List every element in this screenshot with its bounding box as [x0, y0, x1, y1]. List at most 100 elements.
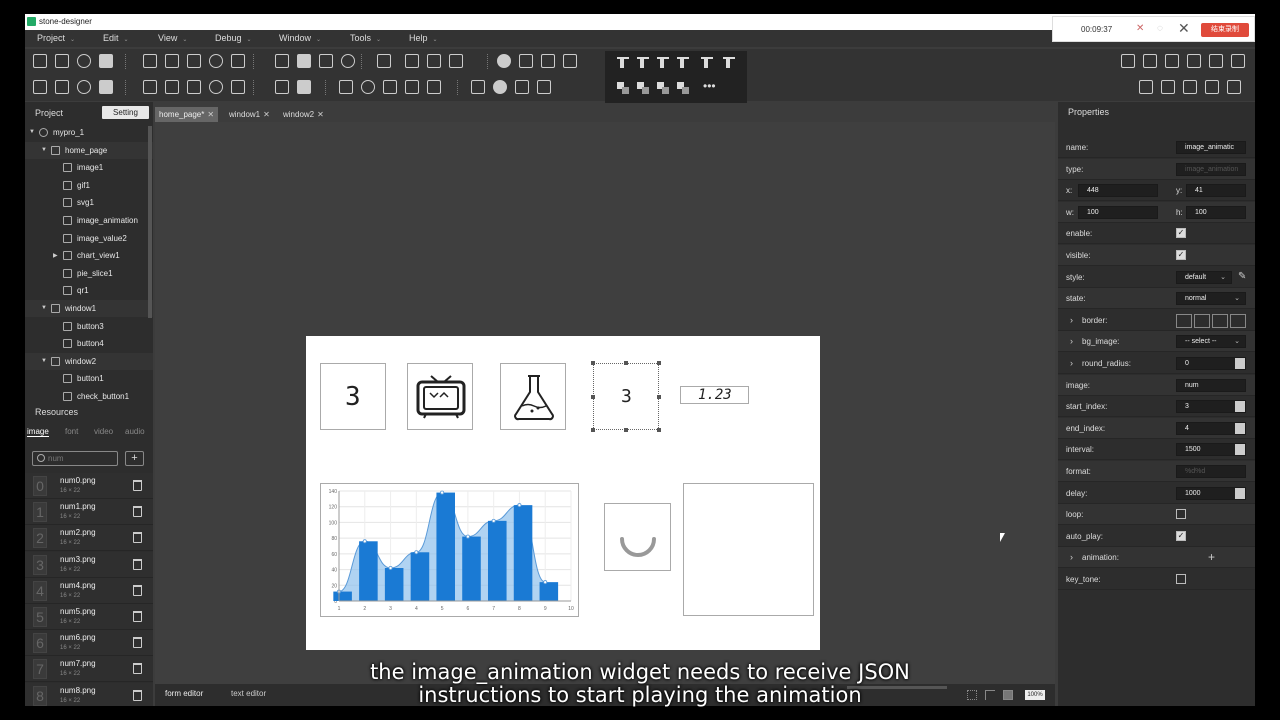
tool-icon[interactable] [1183, 80, 1197, 94]
prop-input-state[interactable]: normal ⌄ [1176, 292, 1246, 306]
align-icon[interactable] [657, 57, 669, 69]
tool-icon[interactable] [537, 80, 551, 94]
chart-view-widget[interactable]: 0 20 40 60 80 100 120 140 1 2 3 4 5 6 7 8 9 10 [320, 483, 579, 617]
prop-input-type[interactable]: image_animation [1176, 162, 1246, 176]
align-icon[interactable] [617, 57, 629, 69]
image-animation-widget[interactable]: 3 [591, 361, 661, 432]
chevron-right-icon[interactable]: › [1070, 315, 1073, 325]
menu-window[interactable]: Window ⌄ [279, 33, 321, 43]
tree-item-home-page[interactable]: ▼ home_page [25, 141, 153, 159]
tool-icon[interactable] [165, 80, 179, 94]
pie-slice-widget[interactable] [604, 503, 671, 571]
stepper-icon[interactable] [1235, 444, 1245, 456]
trash-icon[interactable] [133, 637, 142, 649]
border-cell[interactable] [1212, 313, 1228, 328]
trash-icon[interactable] [133, 480, 142, 491]
tool-icon[interactable] [1227, 80, 1241, 94]
tree-item-window2[interactable]: ▼ window2 [25, 352, 153, 370]
key-tone-checkbox[interactable] [1176, 574, 1186, 584]
prop-input-h[interactable]: 100 [1186, 205, 1246, 219]
align-icon[interactable] [677, 57, 689, 69]
tool-icon[interactable] [1161, 80, 1175, 94]
tool-icon[interactable] [275, 54, 289, 68]
chevron-right-icon[interactable]: › [1070, 552, 1073, 562]
trash-icon[interactable] [133, 584, 142, 596]
resource-tab-font[interactable]: font [65, 427, 78, 436]
image-value-widget[interactable]: 1.23 [680, 386, 749, 404]
caret-down-icon[interactable]: ▼ [29, 129, 35, 135]
setting-button[interactable]: Setting [102, 106, 149, 119]
resource-search-input[interactable]: num [32, 451, 118, 466]
align-icon[interactable] [701, 57, 713, 69]
tool-icon[interactable] [1187, 54, 1201, 68]
tool-icon[interactable] [1165, 54, 1179, 68]
prop-input-start-index[interactable]: 3 [1176, 400, 1246, 414]
close-icon[interactable]: ✕ [1178, 20, 1190, 37]
tool-icon[interactable] [33, 54, 47, 68]
border-cell[interactable] [1194, 313, 1210, 328]
camera-off-icon[interactable]: ◌ [1157, 23, 1163, 34]
loop-checkbox[interactable] [1176, 509, 1186, 520]
tool-icon[interactable] [1121, 54, 1135, 68]
tool-icon[interactable] [449, 54, 463, 68]
close-tab-icon[interactable]: ✕ [317, 110, 324, 119]
tool-icon[interactable] [55, 80, 69, 94]
tool-icon[interactable] [515, 80, 529, 94]
tool-icon[interactable] [275, 80, 289, 94]
layer-icon[interactable] [617, 82, 629, 94]
tool-icon[interactable] [1205, 80, 1219, 94]
doc-tab-window2[interactable]: window2 ✕ [279, 107, 328, 122]
prop-input-end-index[interactable]: 4 [1176, 421, 1246, 435]
visible-checkbox[interactable]: ✓ [1176, 250, 1186, 260]
resource-item[interactable]: 0 num0.png 16 × 22 [25, 473, 153, 499]
border-cell[interactable] [1230, 313, 1246, 328]
tree-item-button4[interactable]: button4 [25, 335, 153, 352]
prop-input-image[interactable]: num [1176, 378, 1246, 392]
tool-icon[interactable] [165, 54, 179, 68]
tool-icon[interactable] [1139, 80, 1153, 94]
add-resource-button[interactable]: + [125, 451, 144, 466]
close-tab-icon[interactable]: ✕ [263, 110, 270, 119]
tool-icon[interactable] [1231, 54, 1245, 68]
tool-icon[interactable] [405, 80, 419, 94]
tool-icon[interactable] [1143, 54, 1157, 68]
tool-icon[interactable] [297, 54, 311, 68]
tool-icon[interactable] [143, 80, 157, 94]
prop-input-round-radius[interactable]: 0 [1176, 357, 1246, 370]
tool-icon[interactable] [361, 80, 375, 94]
menu-edit[interactable]: Edit ⌄ [103, 33, 129, 43]
resize-handle-tl[interactable] [591, 361, 595, 365]
tool-icon[interactable] [377, 54, 391, 68]
tool-icon[interactable] [33, 80, 47, 94]
trash-icon[interactable] [133, 532, 142, 544]
enable-checkbox[interactable]: ✓ [1176, 228, 1186, 239]
tree-item-button3[interactable]: button3 [25, 318, 153, 335]
tool-icon[interactable] [77, 54, 91, 68]
resize-handle-t[interactable] [624, 361, 628, 365]
tool-icon[interactable] [209, 54, 223, 68]
tool-icon[interactable] [231, 54, 245, 68]
tool-icon[interactable] [187, 80, 201, 94]
prop-input-bg-image[interactable]: -- select -- ⌄ [1176, 335, 1246, 349]
resource-tab-image[interactable]: image [27, 427, 49, 437]
tool-icon[interactable] [427, 54, 441, 68]
resource-item[interactable]: 6 num6.png 16 × 22 [25, 630, 153, 657]
edit-icon[interactable]: ✎ [1238, 271, 1246, 282]
prop-input-style[interactable]: default ⌄ [1176, 270, 1232, 284]
tree-item-image-animation[interactable]: image_animation [25, 212, 153, 229]
tree-item-check-button1[interactable]: check_button1 [25, 388, 153, 405]
resize-handle-bl[interactable] [591, 428, 595, 432]
menu-help[interactable]: Help ⌄ [409, 33, 438, 43]
caret-down-icon[interactable]: ▼ [41, 305, 47, 311]
resource-item[interactable]: 2 num2.png 16 × 22 [25, 525, 153, 552]
tool-icon[interactable] [471, 80, 485, 94]
tool-icon[interactable] [319, 54, 333, 68]
caret-down-icon[interactable]: ▼ [41, 358, 47, 364]
tool-icon[interactable] [1209, 54, 1223, 68]
stepper-icon[interactable] [1235, 422, 1245, 434]
menu-debug[interactable]: Debug ⌄ [215, 33, 252, 43]
layer-icon[interactable] [677, 82, 689, 94]
caret-down-icon[interactable]: ▼ [41, 147, 47, 153]
doc-tab-window1[interactable]: window1 ✕ [225, 107, 274, 122]
chevron-right-icon[interactable]: › [1070, 358, 1073, 368]
